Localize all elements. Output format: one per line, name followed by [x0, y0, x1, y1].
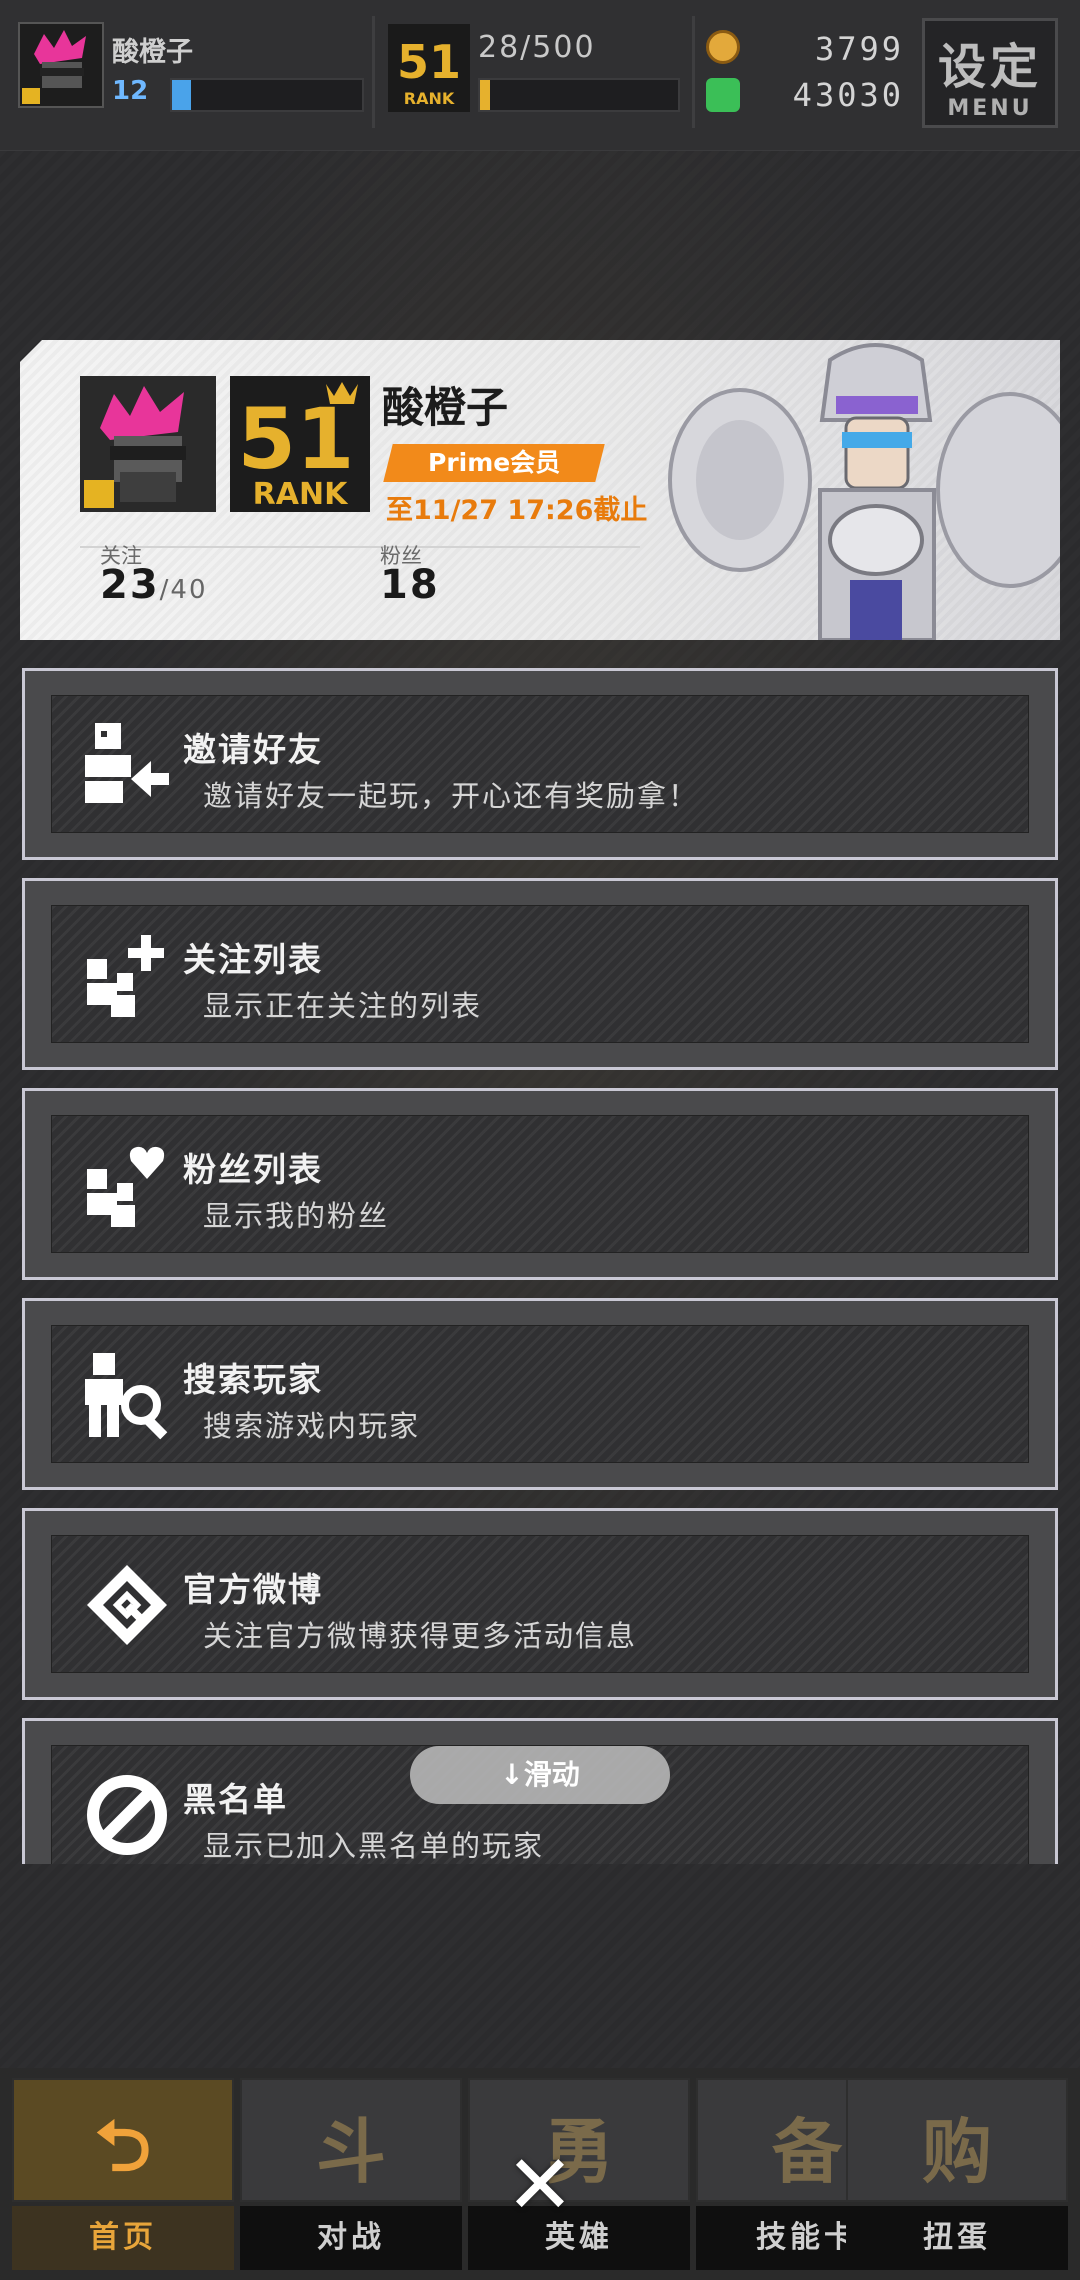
- battle-icon: 斗: [316, 2111, 386, 2193]
- menu-item-title: 粉丝列表: [183, 1150, 323, 1189]
- gem-amount: 43030: [792, 76, 904, 114]
- rank-count: 28/500: [478, 30, 596, 65]
- prime-expire-text: 至11/27 17:26截止: [386, 495, 648, 526]
- rank-badge-icon[interactable]: 51 RANK: [388, 24, 470, 112]
- menu-item-title: 邀请好友: [183, 730, 323, 769]
- rank-progress-bar: [478, 78, 680, 112]
- menu-item-subtitle: 关注官方微博获得更多活动信息: [203, 1619, 638, 1653]
- top-status-bar: 酸橙子 12 51 RANK 28/500 3799 43030 设定 MENU: [0, 0, 1080, 151]
- prime-member-label: Prime会员: [427, 448, 561, 477]
- nav-tab-gacha[interactable]: 购 扭蛋: [846, 2078, 1068, 2274]
- search-player-icon: [85, 1353, 168, 1440]
- menu-item-invite-friend[interactable]: 邀请好友 邀请好友一起玩，开心还有奖励拿！: [22, 668, 1058, 860]
- profile-name: 酸橙子: [382, 383, 509, 432]
- blacklist-icon: [87, 1775, 167, 1855]
- menu-item-subtitle: 显示我的粉丝: [203, 1199, 390, 1233]
- menu-item-fans-list[interactable]: 粉丝列表 显示我的粉丝: [22, 1088, 1058, 1280]
- menu-item-search-player[interactable]: 搜索玩家 搜索游戏内玩家: [22, 1298, 1058, 1490]
- follow-count[interactable]: 23/40: [100, 562, 208, 608]
- level-progress-bar: [170, 78, 364, 112]
- menu-item-subtitle: 显示正在关注的列表: [203, 989, 483, 1023]
- nav-tab-art: 购: [846, 2078, 1068, 2202]
- gold-amount: 3799: [814, 30, 904, 68]
- social-menu-list[interactable]: 邀请好友 邀请好友一起玩，开心还有奖励拿！ 关注列表 显示正在关注的列表 粉丝列…: [22, 668, 1058, 1864]
- nav-tab-label: 首页: [12, 2206, 234, 2270]
- weibo-icon: [87, 1565, 167, 1645]
- rank-progress-fill: [480, 80, 490, 110]
- profile-avatar[interactable]: [80, 376, 216, 512]
- menu-item-title: 搜索玩家: [183, 1360, 323, 1399]
- nav-tab-battle[interactable]: 斗 对战: [240, 2078, 462, 2274]
- home-icon: ⮌: [94, 2105, 152, 2187]
- follow-count-max: /40: [159, 575, 208, 605]
- nav-tab-art: 斗: [240, 2078, 462, 2202]
- invite-friend-icon: [85, 723, 169, 803]
- divider: [372, 16, 375, 128]
- menu-item-follow-list[interactable]: 关注列表 显示正在关注的列表: [22, 878, 1058, 1070]
- settings-menu-button[interactable]: 设定 MENU: [922, 18, 1058, 128]
- svg-text:51: 51: [397, 35, 461, 89]
- gold-coin-icon: [706, 30, 740, 64]
- hero-character-art: [660, 340, 1060, 640]
- follow-list-icon: [87, 935, 164, 1017]
- menu-item-weibo[interactable]: 官方微博 关注官方微博获得更多活动信息: [22, 1508, 1058, 1700]
- divider: [692, 16, 695, 128]
- menu-item-title: 官方微博: [183, 1570, 323, 1609]
- menu-item-subtitle: 显示已加入黑名单的玩家: [203, 1829, 545, 1863]
- nav-tab-home[interactable]: ⮌ 首页: [12, 2078, 234, 2274]
- profile-card: 51 RANK 酸橙子 Prime会员 至11/27 17:26截止 关注 23…: [20, 340, 1060, 640]
- settings-menu-label: 设定: [937, 39, 1042, 95]
- menu-item-title: 黑名单: [183, 1780, 288, 1819]
- menu-item-subtitle: 邀请好友一起玩，开心还有奖励拿！: [203, 779, 700, 813]
- menu-item-subtitle: 搜索游戏内玩家: [203, 1409, 421, 1443]
- menu-item-title: 关注列表: [183, 940, 323, 979]
- svg-text:RANK: RANK: [404, 89, 455, 108]
- close-icon[interactable]: ✕: [500, 2145, 580, 2227]
- profile-rank-badge: 51 RANK: [230, 376, 370, 512]
- swipe-hint: ↓滑动: [410, 1746, 670, 1804]
- fans-list-icon: [87, 1146, 165, 1227]
- fans-count[interactable]: 18: [380, 562, 440, 608]
- divider: [80, 546, 640, 548]
- level-progress-fill: [172, 80, 191, 110]
- nav-tab-label: 扭蛋: [846, 2206, 1068, 2270]
- player-avatar[interactable]: [18, 22, 104, 108]
- player-level: 12: [112, 76, 149, 106]
- prime-member-badge[interactable]: Prime会员: [383, 444, 605, 482]
- follow-count-value: 23: [100, 562, 160, 608]
- nav-tab-art: ⮌: [12, 2078, 234, 2202]
- gacha-icon: 购: [922, 2111, 992, 2193]
- gem-icon: [706, 78, 740, 112]
- rank-number: 51: [238, 390, 355, 488]
- settings-menu-sublabel: MENU: [947, 96, 1033, 121]
- rank-word: RANK: [253, 477, 349, 512]
- player-name: 酸橙子: [112, 37, 193, 68]
- nav-tab-label: 对战: [240, 2206, 462, 2270]
